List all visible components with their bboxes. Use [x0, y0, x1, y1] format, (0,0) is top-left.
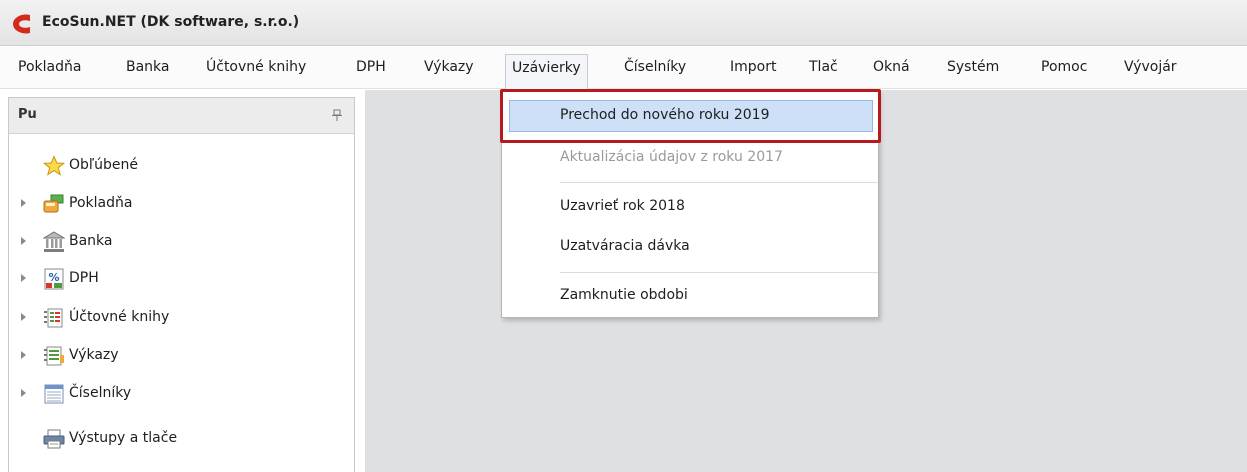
- expand-arrow-icon[interactable]: [19, 272, 29, 284]
- expand-arrow-icon[interactable]: [19, 197, 29, 209]
- nav-item-label: Obľúbené: [69, 157, 139, 173]
- nav-item-label: Pokladňa: [69, 195, 133, 211]
- menu-bar: Pokladňa Banka Účtovné knihy DPH Výkazy …: [0, 47, 1247, 89]
- svg-text:%: %: [48, 271, 59, 284]
- star-icon: [43, 155, 65, 176]
- nav-item-label: DPH: [69, 270, 99, 286]
- ledger-icon: [44, 308, 63, 328]
- expand-arrow-icon[interactable]: [19, 235, 29, 247]
- menu-item-label: Aktualizácia údajov z roku 2017: [560, 149, 783, 165]
- nav-item-uctovne-knihy[interactable]: Účtovné knihy: [9, 306, 349, 330]
- nav-item-label: Banka: [69, 233, 113, 249]
- menu-item-label: Uzatváracia dávka: [560, 238, 690, 254]
- nav-item-label: Číselníky: [69, 385, 132, 401]
- nav-item-banka[interactable]: Banka: [9, 230, 349, 254]
- menu-vyvojar[interactable]: Vývojár: [1118, 54, 1183, 82]
- menu-system[interactable]: Systém: [941, 54, 1005, 82]
- nav-item-ciselniky[interactable]: Číselníky: [9, 382, 349, 406]
- annotation-frame: [500, 89, 881, 143]
- expand-arrow-icon[interactable]: [19, 349, 29, 361]
- menu-separator: [560, 272, 878, 273]
- expand-arrow-icon[interactable]: [19, 311, 29, 323]
- menu-item-uzatvaracia-davka[interactable]: Uzatváracia dávka: [502, 232, 878, 262]
- menu-item-label: Uzavrieť rok 2018: [560, 198, 685, 214]
- navigation-panel-header: Pu: [9, 98, 354, 134]
- menu-uzavierky[interactable]: Uzávierky: [505, 54, 588, 89]
- menu-vykazy[interactable]: Výkazy: [418, 54, 480, 82]
- menu-import[interactable]: Import: [724, 54, 782, 82]
- nav-item-label: Výkazy: [69, 347, 119, 363]
- menu-item-uzavriet-rok[interactable]: Uzavrieť rok 2018: [502, 192, 878, 222]
- menu-item-label: Zamknutie obdobi: [560, 287, 688, 303]
- nav-item-label: Účtovné knihy: [69, 309, 170, 325]
- nav-item-pokladna[interactable]: Pokladňa: [9, 192, 349, 216]
- menu-item-zamknutie-obdobi[interactable]: Zamknutie obdobi: [502, 281, 878, 311]
- percent-icon: %: [44, 268, 64, 290]
- menu-dph[interactable]: DPH: [350, 54, 392, 82]
- pin-icon[interactable]: [332, 109, 342, 121]
- bank-icon: [43, 231, 65, 252]
- nav-item-oblubene[interactable]: Obľúbené: [9, 154, 349, 178]
- menu-ciselniky[interactable]: Číselníky: [618, 54, 692, 82]
- menu-pomoc[interactable]: Pomoc: [1035, 54, 1093, 82]
- report-icon: [44, 346, 64, 366]
- cash-register-icon: [43, 194, 64, 213]
- nav-item-dph[interactable]: % DPH: [9, 267, 349, 291]
- title-bar: EcoSun.NET (DK software, s.r.o.): [0, 0, 1247, 46]
- nav-item-vykazy[interactable]: Výkazy: [9, 344, 349, 368]
- navigation-panel: Pu Obľúbené Pokladňa Banka % DPH Účtovné…: [8, 97, 355, 472]
- menu-banka[interactable]: Banka: [120, 54, 176, 82]
- menu-separator: [560, 182, 878, 183]
- menu-tlac[interactable]: Tlač: [803, 54, 844, 82]
- menu-pokladna[interactable]: Pokladňa: [12, 54, 87, 82]
- ecosun-logo-icon: [13, 14, 30, 34]
- list-icon: [44, 384, 64, 404]
- printer-icon: [43, 429, 65, 449]
- menu-okna[interactable]: Okná: [867, 54, 916, 82]
- expand-arrow-icon[interactable]: [19, 387, 29, 399]
- nav-item-label: Výstupy a tlače: [69, 430, 178, 446]
- nav-item-vystupy-a-tlace[interactable]: Výstupy a tlače: [9, 427, 349, 451]
- menu-uctovne-knihy[interactable]: Účtovné knihy: [200, 54, 312, 82]
- window-title: EcoSun.NET (DK software, s.r.o.): [42, 14, 300, 30]
- navigation-panel-title: Pu: [18, 107, 37, 122]
- menu-item-aktualizacia-udajov: Aktualizácia údajov z roku 2017: [502, 143, 878, 173]
